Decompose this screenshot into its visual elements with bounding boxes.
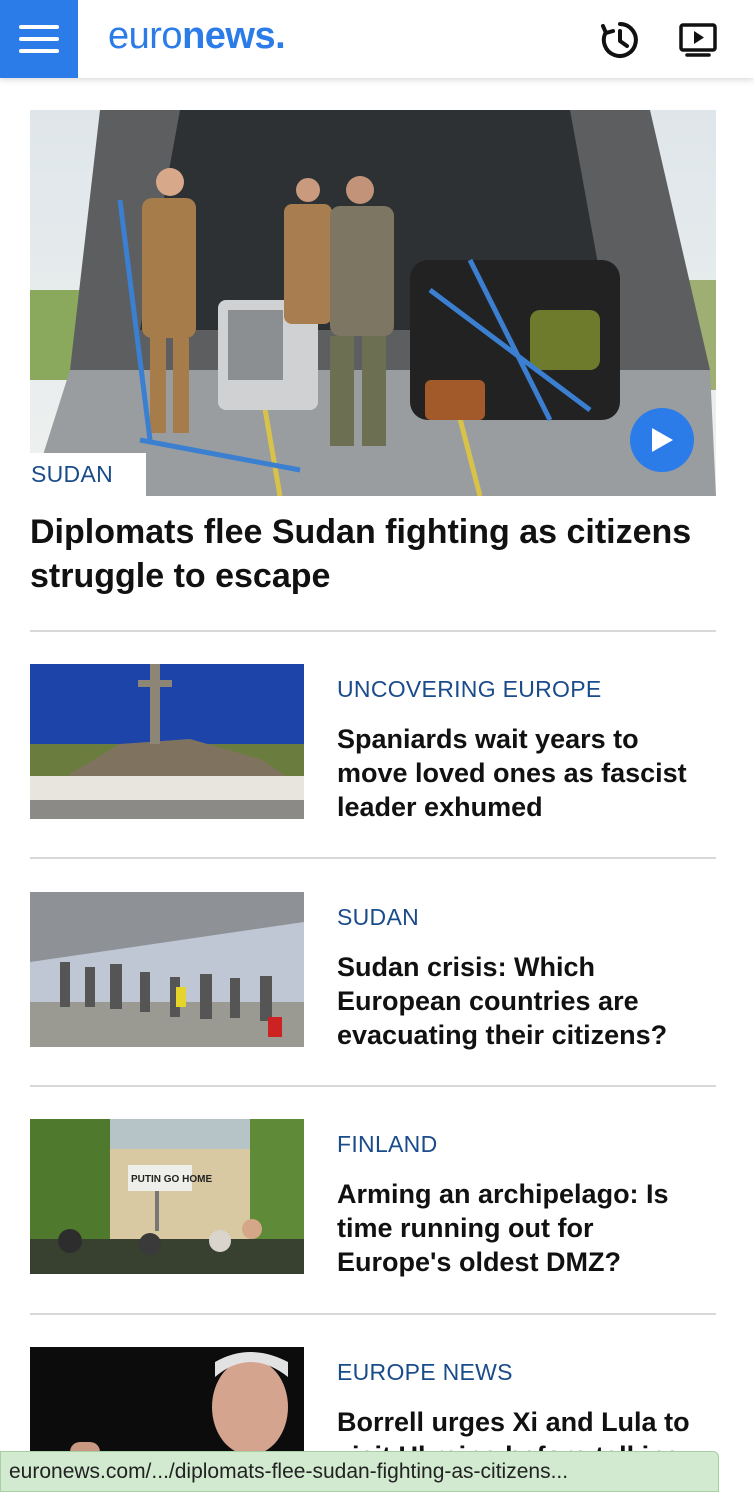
play-icon: [652, 428, 673, 452]
link-preview-url: euronews.com/.../diplomats-flee-sudan-fi…: [0, 1451, 719, 1492]
euronews-logo[interactable]: euronews.: [108, 14, 286, 58]
hero-headline[interactable]: Diplomats flee Sudan fighting as citizen…: [30, 510, 710, 598]
menu-icon-bar: [19, 25, 59, 29]
hero-photo: [30, 110, 716, 496]
finland-protest-photo: PUTIN GO HOME: [30, 1119, 304, 1274]
divider: [30, 1085, 716, 1087]
divider: [30, 1313, 716, 1315]
menu-icon-bar: [19, 37, 59, 41]
divider: [30, 857, 716, 859]
svg-text:PUTIN GO HOME: PUTIN GO HOME: [131, 1174, 212, 1185]
hero-image[interactable]: [30, 110, 716, 496]
article-headline[interactable]: Sudan crisis: Which European countries a…: [337, 950, 712, 1052]
article-category-tag[interactable]: UNCOVERING EUROPE: [337, 676, 602, 703]
video-icon[interactable]: [678, 20, 718, 60]
article-headline[interactable]: Spaniards wait years to move loved ones …: [337, 722, 712, 824]
evacuation-photo: [30, 892, 304, 1047]
divider: [30, 630, 716, 632]
menu-icon-bar: [19, 49, 59, 53]
article-item[interactable]: SUDAN Sudan crisis: Which European count…: [30, 892, 716, 1050]
article-category-tag[interactable]: SUDAN: [337, 904, 419, 931]
article-item[interactable]: PUTIN GO HOME FINLAND Arming an archipel…: [30, 1119, 716, 1277]
valley-of-fallen-photo: [30, 664, 304, 819]
article-thumbnail[interactable]: PUTIN GO HOME: [30, 1119, 304, 1274]
article-headline[interactable]: Arming an archipelago: Is time running o…: [337, 1177, 712, 1279]
logo-text-news: news.: [182, 15, 286, 57]
site-header: euronews.: [0, 0, 754, 78]
article-category-tag[interactable]: EUROPE NEWS: [337, 1359, 513, 1386]
article-category-tag[interactable]: FINLAND: [337, 1131, 438, 1158]
play-video-button[interactable]: [630, 408, 694, 472]
menu-button[interactable]: [0, 0, 78, 78]
article-thumbnail[interactable]: [30, 892, 304, 1047]
article-thumbnail[interactable]: [30, 664, 304, 819]
hero-category-tag[interactable]: SUDAN: [30, 453, 146, 496]
article-item[interactable]: UNCOVERING EUROPE Spaniards wait years t…: [30, 664, 716, 822]
logo-text-euro: euro: [108, 15, 183, 57]
clock-icon[interactable]: [600, 20, 640, 60]
